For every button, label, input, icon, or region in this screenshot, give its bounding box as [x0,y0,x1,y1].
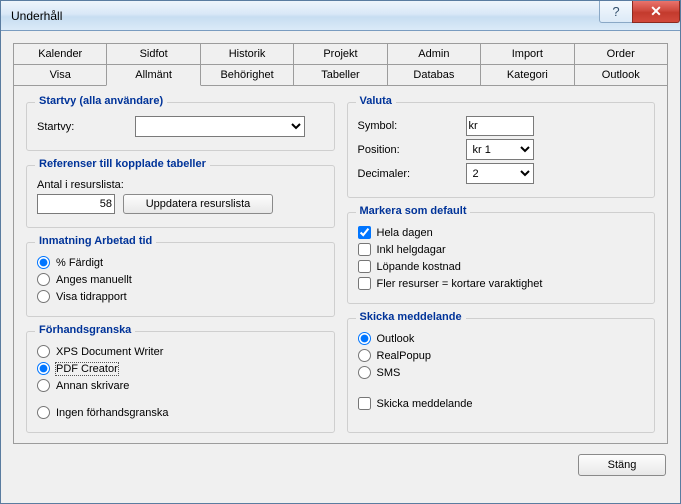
radio-manuellt[interactable] [37,273,50,286]
tab-allmant[interactable]: Allmänt [106,64,200,86]
radio-realpopup-label: RealPopup [377,350,431,362]
tab-visa[interactable]: Visa [13,64,107,85]
group-skicka: Skicka meddelande Outlook RealPopup SMS … [347,318,656,433]
check-skicka-meddelande-label: Skicka meddelande [377,398,473,410]
radio-sms[interactable] [358,366,371,379]
check-inkl-helg[interactable] [358,243,371,256]
tab-order[interactable]: Order [574,43,668,64]
tab-outlook[interactable]: Outlook [574,64,668,85]
radio-fardigt[interactable] [37,256,50,269]
radio-ingen-label: Ingen förhandsgranska [56,407,169,419]
help-button[interactable]: ? [599,1,633,23]
group-startvy: Startvy (alla användare) Startvy: [26,102,335,151]
tab-row-2: Visa Allmänt Behörighet Tabeller Databas… [13,64,668,85]
symbol-label: Symbol: [358,120,458,132]
tab-kategori[interactable]: Kategori [480,64,574,85]
right-column: Valuta Symbol: Position: kr 1 De [347,96,656,433]
radio-pdf-creator-label: PDF Creator [56,363,118,375]
close-button[interactable]: Stäng [578,454,666,476]
radio-tidrapport-label: Visa tidrapport [56,291,127,303]
dialog-window: Underhåll ? ✕ Kalender Sidfot Historik P… [0,0,681,504]
radio-ingen[interactable] [37,406,50,419]
radio-fardigt-label: % Färdigt [56,257,103,269]
group-valuta: Valuta Symbol: Position: kr 1 De [347,102,656,198]
left-column: Startvy (alla användare) Startvy: Refere… [26,96,335,433]
decimaler-select[interactable]: 2 [466,163,534,184]
group-inmatning: Inmatning Arbetad tid % Färdigt Anges ma… [26,242,335,317]
tab-kalender[interactable]: Kalender [13,43,107,64]
radio-annan-label: Annan skrivare [56,380,129,392]
tab-panel: Startvy (alla användare) Startvy: Refere… [13,85,668,444]
check-lopande[interactable] [358,260,371,273]
tab-admin[interactable]: Admin [387,43,481,64]
radio-outlook-label: Outlook [377,333,415,345]
antal-resurslista-label: Antal i resurslista: [37,179,124,191]
antal-resurslista-input[interactable] [37,194,115,214]
tab-control: Kalender Sidfot Historik Projekt Admin I… [13,43,668,444]
position-select[interactable]: kr 1 [466,139,534,160]
tab-historik[interactable]: Historik [200,43,294,64]
uppdatera-resurslista-button[interactable]: Uppdatera resurslista [123,194,273,214]
titlebar: Underhåll ? ✕ [1,1,680,31]
tab-behorighet[interactable]: Behörighet [200,64,294,85]
radio-manuellt-label: Anges manuellt [56,274,132,286]
check-skicka-meddelande[interactable] [358,397,371,410]
decimaler-label: Decimaler: [358,168,458,180]
group-forhandsgranska: Förhandsgranska XPS Document Writer PDF … [26,331,335,433]
group-referenser-legend: Referenser till kopplade tabeller [35,158,210,170]
check-hela-dagen[interactable] [358,226,371,239]
check-fler-resurser[interactable] [358,277,371,290]
group-markera: Markera som default Hela dagen Inkl helg… [347,212,656,304]
radio-realpopup[interactable] [358,349,371,362]
dialog-footer: Stäng [13,444,668,476]
group-forhandsgranska-legend: Förhandsgranska [35,324,135,336]
radio-xps-label: XPS Document Writer [56,346,163,358]
check-inkl-helg-label: Inkl helgdagar [377,244,446,256]
startvy-label: Startvy: [37,121,127,133]
check-hela-dagen-label: Hela dagen [377,227,433,239]
window-title: Underhåll [11,9,62,23]
group-startvy-legend: Startvy (alla användare) [35,95,167,107]
radio-tidrapport[interactable] [37,290,50,303]
group-skicka-legend: Skicka meddelande [356,311,466,323]
tab-databas[interactable]: Databas [387,64,481,85]
radio-sms-label: SMS [377,367,401,379]
tab-projekt[interactable]: Projekt [293,43,387,64]
group-valuta-legend: Valuta [356,95,396,107]
radio-xps[interactable] [37,345,50,358]
radio-pdf-creator[interactable] [37,362,50,375]
window-close-button[interactable]: ✕ [632,1,680,23]
position-label: Position: [358,144,458,156]
tab-sidfot[interactable]: Sidfot [106,43,200,64]
symbol-input[interactable] [466,116,534,136]
group-referenser: Referenser till kopplade tabeller Antal … [26,165,335,228]
startvy-select[interactable] [135,116,305,137]
group-inmatning-legend: Inmatning Arbetad tid [35,235,156,247]
radio-outlook[interactable] [358,332,371,345]
window-buttons: ? ✕ [600,1,680,23]
client-area: Kalender Sidfot Historik Projekt Admin I… [1,31,680,503]
check-lopande-label: Löpande kostnad [377,261,461,273]
tab-row-1: Kalender Sidfot Historik Projekt Admin I… [13,43,668,64]
tab-tabeller[interactable]: Tabeller [293,64,387,85]
check-fler-resurser-label: Fler resurser = kortare varaktighet [377,278,543,290]
tab-import[interactable]: Import [480,43,574,64]
radio-annan[interactable] [37,379,50,392]
group-markera-legend: Markera som default [356,205,471,217]
